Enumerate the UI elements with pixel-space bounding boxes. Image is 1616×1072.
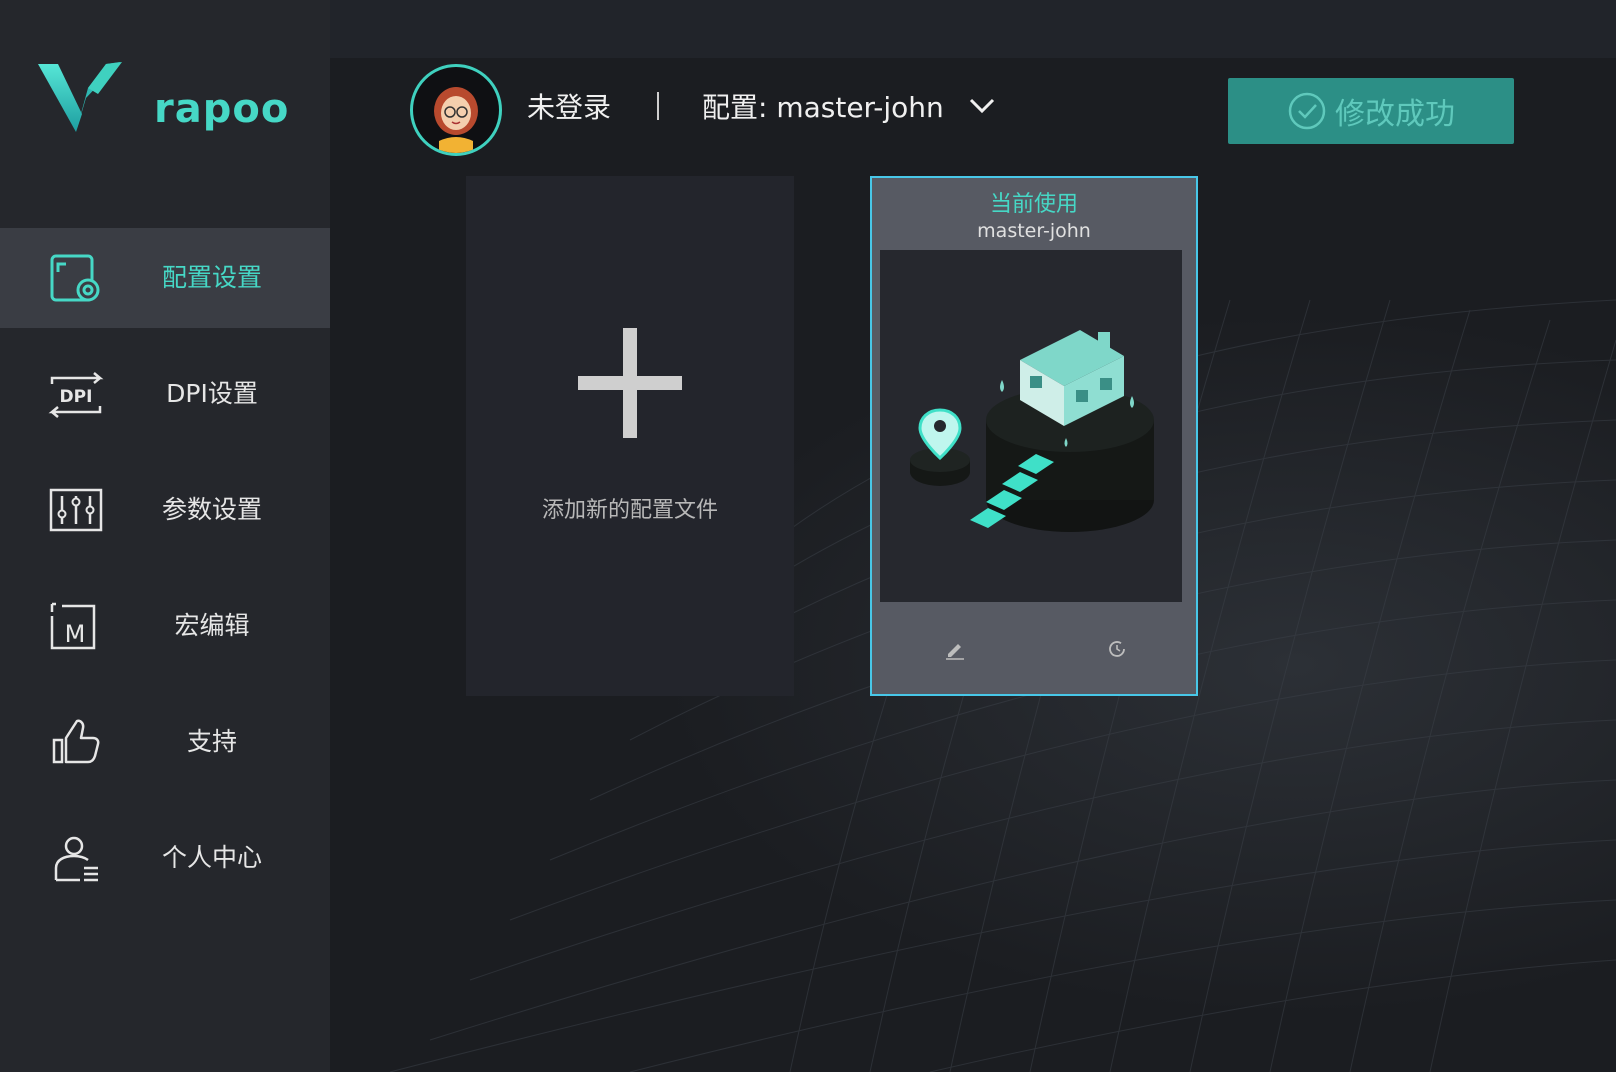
add-profile-card[interactable]: 添加新的配置文件 [466,176,794,696]
svg-text:DPI: DPI [60,387,93,407]
rapoo-logo: rapoo [36,58,296,148]
header-divider [657,92,659,120]
config-label: 配置: master-john [702,91,944,124]
sidebar-item-personal-center[interactable]: 个人中心 [0,808,330,908]
avatar-icon [434,87,478,153]
sidebar-item-label: 支持 [186,727,237,756]
sidebar-item-dpi[interactable]: DPI DPI设置 [0,344,330,444]
macro-icon: M [50,602,96,650]
plus-icon [578,328,682,438]
profile-card[interactable]: 当前使用 master-john [870,176,1198,696]
sidebar-item-support[interactable]: 支持 [0,692,330,792]
chevron-down-icon[interactable] [967,96,997,116]
sliders-icon [49,488,103,532]
profile-preview [880,250,1182,602]
main-area: 未登录 配置: master-john 修改成功 添加新的配置文件 当前使用 m… [330,0,1616,1072]
v-logo-icon [38,62,122,132]
sidebar-item-parameters[interactable]: 参数设置 [0,460,330,560]
avatar[interactable] [410,64,502,156]
svg-text:M: M [65,620,86,648]
sidebar-item-label: 个人中心 [161,843,262,872]
sidebar: rapoo 配置设置 DPI DPI设置 参数设置 M 宏编辑 支持 个人中心 [0,0,330,1072]
login-status[interactable]: 未登录 [527,86,611,126]
current-use-label: 当前使用 [989,192,1078,217]
edit-icon[interactable] [944,638,966,660]
sidebar-item-label: 参数设置 [161,495,262,524]
profile-settings-icon [50,254,100,302]
logo-text: rapoo [154,86,290,132]
check-circle-icon [1288,92,1326,130]
sidebar-item-label: DPI设置 [166,379,258,408]
user-icon [54,836,98,882]
sidebar-item-macro[interactable]: M 宏编辑 [0,576,330,676]
sidebar-item-label: 配置设置 [161,263,262,292]
dpi-icon: DPI [48,372,104,418]
sidebar-item-profile-settings[interactable]: 配置设置 [0,228,330,328]
profile-name: master-john [977,220,1091,242]
add-profile-label: 添加新的配置文件 [541,498,718,523]
thumbs-up-icon [52,719,100,764]
success-button[interactable]: 修改成功 [1228,78,1514,144]
sidebar-nav: 配置设置 DPI DPI设置 参数设置 M 宏编辑 支持 个人中心 [0,228,330,924]
house-illustration-icon [910,330,1154,532]
success-button-label: 修改成功 [1335,97,1455,132]
sidebar-item-label: 宏编辑 [174,611,250,640]
reset-icon[interactable] [1106,638,1128,660]
